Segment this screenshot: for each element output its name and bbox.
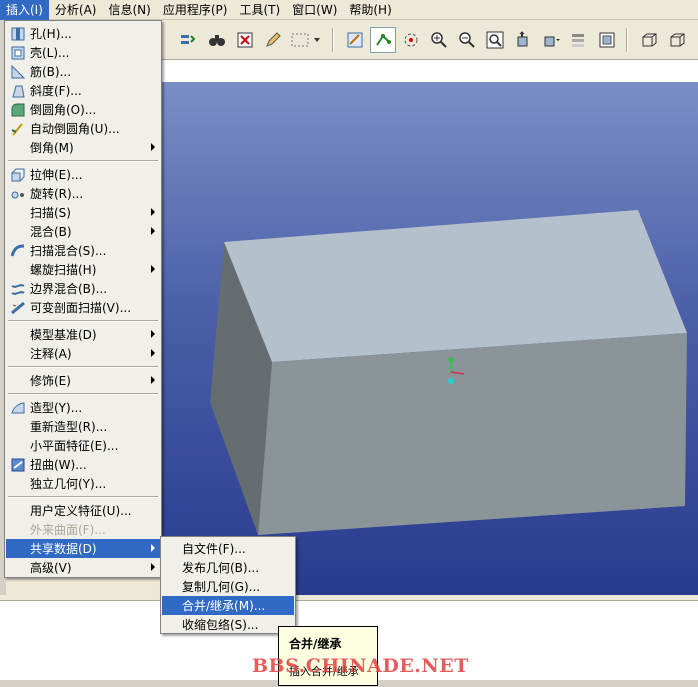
menubar: 插入(I) 分析(A) 信息(N) 应用程序(P) 工具(T) 窗口(W) 帮助… bbox=[0, 0, 698, 20]
submenu-arrow-icon bbox=[151, 330, 155, 338]
extrude-icon bbox=[8, 167, 28, 183]
datum-axis-display-icon[interactable] bbox=[370, 27, 396, 53]
menu-item-shared-data[interactable]: 共享数据(D) bbox=[6, 539, 160, 558]
submenu-arrow-icon bbox=[151, 349, 155, 357]
menu-item-auto-round[interactable]: 自动倒圆角(U)... bbox=[6, 119, 160, 138]
spin-center-icon[interactable] bbox=[398, 27, 424, 53]
submenu-arrow-icon bbox=[151, 563, 155, 571]
warp-icon bbox=[8, 457, 28, 473]
menubar-help[interactable]: 帮助(H) bbox=[343, 0, 397, 20]
wireframe-icon[interactable] bbox=[636, 27, 662, 53]
menu-item-from-file[interactable]: 自文件(F)... bbox=[162, 539, 294, 558]
menubar-analysis[interactable]: 分析(A) bbox=[49, 0, 103, 20]
submenu-arrow-icon bbox=[151, 544, 155, 552]
rib-icon bbox=[8, 64, 28, 80]
menu-item-swept-blend[interactable]: 扫描混合(S)... bbox=[6, 241, 160, 260]
menu-separator bbox=[8, 496, 158, 498]
menu-item-user-defined-feature[interactable]: 用户定义特征(U)... bbox=[6, 501, 160, 520]
menu-separator bbox=[8, 160, 158, 162]
menu-item-restyle[interactable]: 重新造型(R)... bbox=[6, 417, 160, 436]
menu-item-variable-section-sweep[interactable]: 可变剖面扫描(V)... bbox=[6, 298, 160, 317]
toolbar-separator bbox=[626, 28, 628, 52]
insert-menu: 孔(H)... 壳(L)... 筋(B)... 斜度(F)... 倒圆角(O).… bbox=[4, 20, 162, 578]
auto-round-icon bbox=[8, 121, 28, 137]
saved-views-icon[interactable] bbox=[538, 27, 564, 53]
menubar-applications[interactable]: 应用程序(P) bbox=[157, 0, 234, 20]
menubar-window[interactable]: 窗口(W) bbox=[286, 0, 343, 20]
menubar-tools[interactable]: 工具(T) bbox=[233, 0, 286, 20]
menubar-insert[interactable]: 插入(I) bbox=[0, 0, 49, 20]
toolbar-separator bbox=[332, 28, 334, 52]
zoom-out-icon[interactable] bbox=[454, 27, 480, 53]
menu-item-revolve[interactable]: 旋转(R)... bbox=[6, 184, 160, 203]
menu-separator bbox=[8, 320, 158, 322]
select-box-icon[interactable] bbox=[232, 27, 258, 53]
menu-item-blend[interactable]: 混合(B) bbox=[6, 222, 160, 241]
menu-item-helical-sweep[interactable]: 螺旋扫描(H) bbox=[6, 260, 160, 279]
datum-plane-display-icon[interactable] bbox=[342, 27, 368, 53]
menu-item-shell[interactable]: 壳(L)... bbox=[6, 43, 160, 62]
menu-item-rib[interactable]: 筋(B)... bbox=[6, 62, 160, 81]
reorient-icon[interactable] bbox=[510, 27, 536, 53]
menu-item-draft[interactable]: 斜度(F)... bbox=[6, 81, 160, 100]
draft-icon bbox=[8, 83, 28, 99]
revolve-icon bbox=[8, 186, 28, 202]
zoom-in-icon[interactable] bbox=[426, 27, 452, 53]
menubar-info[interactable]: 信息(N) bbox=[102, 0, 156, 20]
regenerate-icon[interactable] bbox=[174, 27, 200, 53]
toolbar-lower-strip bbox=[160, 60, 698, 82]
graphics-viewport[interactable] bbox=[160, 82, 698, 595]
tooltip-title: 合并/继承 bbox=[289, 637, 342, 651]
menu-separator bbox=[8, 366, 158, 368]
menu-item-independent-geometry[interactable]: 独立几何(Y)... bbox=[6, 474, 160, 493]
submenu-arrow-icon bbox=[151, 143, 155, 151]
menu-item-advanced[interactable]: 高级(V) bbox=[6, 558, 160, 577]
menu-item-merge-inheritance[interactable]: 合并/继承(M)... bbox=[162, 596, 294, 615]
find-icon[interactable] bbox=[204, 27, 230, 53]
menu-item-warp[interactable]: 扭曲(W)... bbox=[6, 455, 160, 474]
menu-item-cosmetic[interactable]: 修饰(E) bbox=[6, 371, 160, 390]
model-canvas bbox=[210, 210, 687, 535]
submenu-arrow-icon bbox=[151, 376, 155, 384]
edit-pencil-icon[interactable] bbox=[260, 27, 286, 53]
menu-item-annotation[interactable]: 注释(A) bbox=[6, 344, 160, 363]
menu-item-hole[interactable]: 孔(H)... bbox=[6, 24, 160, 43]
menu-item-style[interactable]: 造型(Y)... bbox=[6, 398, 160, 417]
toolbar bbox=[160, 20, 698, 60]
menu-item-foreign-surface: 外来曲面(F)... bbox=[30, 523, 106, 537]
menu-item-boundary-blend[interactable]: 边界混合(B)... bbox=[6, 279, 160, 298]
menu-item-sweep[interactable]: 扫描(S) bbox=[6, 203, 160, 222]
menu-item-extrude[interactable]: 拉伸(E)... bbox=[6, 165, 160, 184]
selection-filter-icon[interactable] bbox=[288, 27, 322, 53]
layers-icon[interactable] bbox=[566, 27, 592, 53]
style-icon bbox=[8, 400, 28, 416]
submenu-arrow-icon bbox=[151, 265, 155, 273]
menu-separator bbox=[8, 393, 158, 395]
variable-sweep-icon bbox=[8, 300, 28, 316]
submenu-arrow-icon bbox=[151, 227, 155, 235]
round-icon bbox=[8, 102, 28, 118]
menu-item-facet-feature[interactable]: 小平面特征(E)... bbox=[6, 436, 160, 455]
menu-item-round[interactable]: 倒圆角(O)... bbox=[6, 100, 160, 119]
boundary-blend-icon bbox=[8, 281, 28, 297]
menu-item-model-datum[interactable]: 模型基准(D) bbox=[6, 325, 160, 344]
swept-blend-icon bbox=[8, 243, 28, 259]
box-front-face bbox=[258, 333, 687, 535]
menu-item-chamfer[interactable]: 倒角(M) bbox=[6, 138, 160, 157]
submenu-arrow-icon bbox=[151, 208, 155, 216]
hidden-line-icon[interactable] bbox=[664, 27, 690, 53]
menu-item-copy-geometry[interactable]: 复制几何(G)... bbox=[162, 577, 294, 596]
shell-icon bbox=[8, 45, 28, 61]
hole-icon bbox=[8, 26, 28, 42]
shared-data-submenu: 自文件(F)... 发布几何(B)... 复制几何(G)... 合并/继承(M)… bbox=[160, 536, 296, 634]
menu-item-shrinkwrap[interactable]: 收缩包络(S)... bbox=[162, 615, 294, 634]
refit-icon[interactable] bbox=[482, 27, 508, 53]
view-manager-icon[interactable] bbox=[594, 27, 620, 53]
watermark: BBS.CHINADE.NET bbox=[252, 655, 469, 677]
menu-item-publish-geometry[interactable]: 发布几何(B)... bbox=[162, 558, 294, 577]
